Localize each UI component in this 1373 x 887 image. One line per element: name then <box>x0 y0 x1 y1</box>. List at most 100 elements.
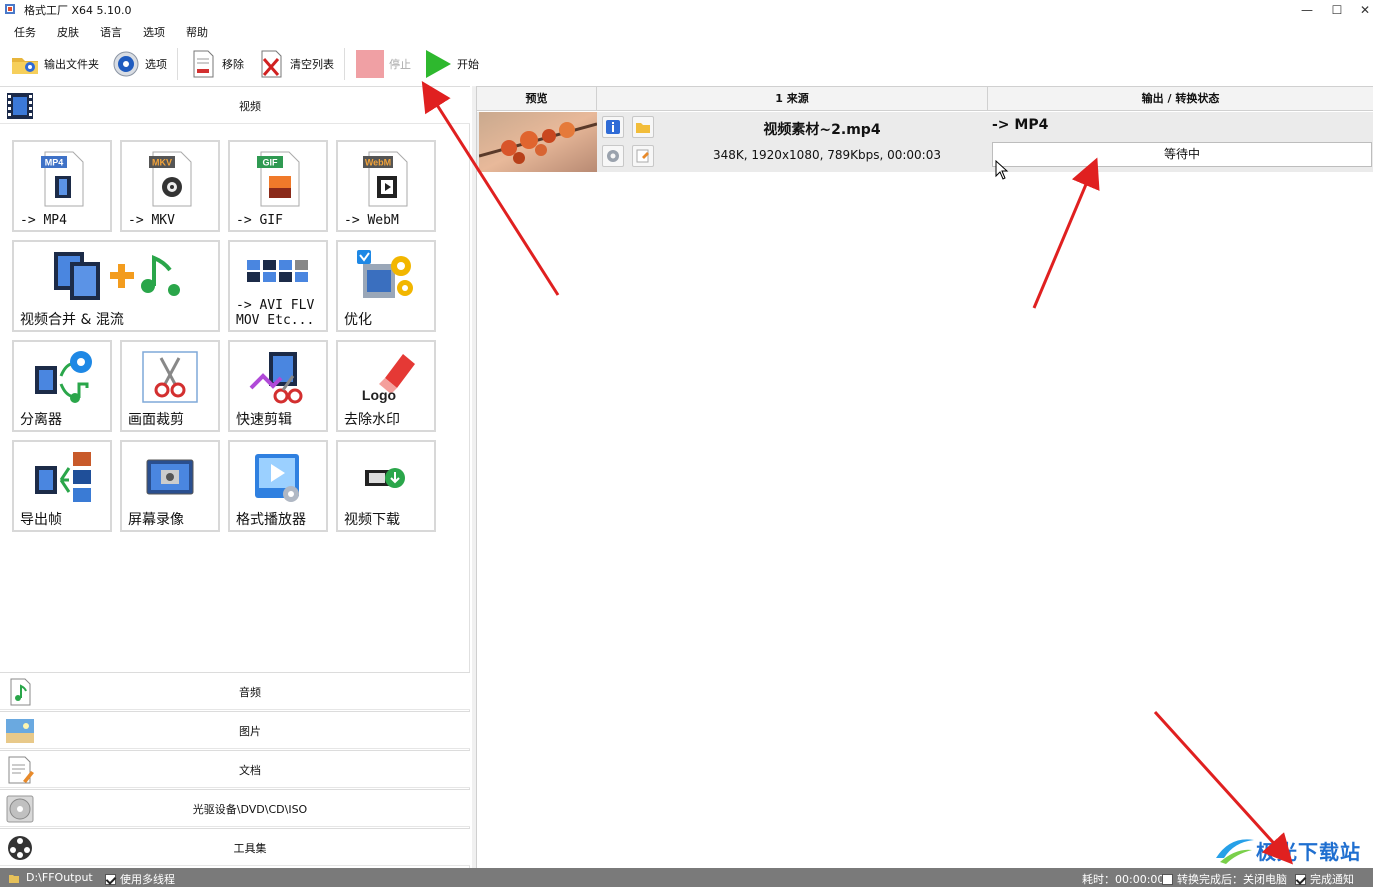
after-convert-option[interactable]: 转换完成后：关闭电脑 <box>1162 871 1287 887</box>
output-settings-button[interactable] <box>602 145 624 167</box>
tool-to-gif[interactable]: GIF -> GIF <box>228 140 328 232</box>
tool-to-mkv[interactable]: MKV -> MKV <box>120 140 220 232</box>
output-path[interactable]: D:\FFOutput <box>26 871 93 884</box>
webm-badge: WebM <box>365 158 391 168</box>
category-document[interactable]: 文档 <box>0 750 470 788</box>
tool-to-webm[interactable]: WebM -> WebM <box>336 140 436 232</box>
menu-language[interactable]: 语言 <box>86 22 129 42</box>
tool-export-frames[interactable]: 导出帧 <box>12 440 112 532</box>
optimize-gears-icon <box>357 250 413 298</box>
toolbar-separator <box>344 48 345 80</box>
elapsed-time: 耗时：00:00:00 <box>1082 873 1165 886</box>
tool-merge-mux[interactable]: 视频合并 & 混流 <box>12 240 220 332</box>
multithread-option[interactable]: 使用多线程 <box>105 871 175 887</box>
clear-list-icon <box>261 50 282 78</box>
tool-video-download[interactable]: 视频下载 <box>336 440 436 532</box>
menu-options[interactable]: 选项 <box>129 22 172 42</box>
stop-button[interactable]: 停止 <box>349 46 417 82</box>
output-folder-label: 输出文件夹 <box>44 58 99 71</box>
eraser-icon: Logo <box>362 354 415 403</box>
category-video[interactable]: 视频 <box>0 86 470 124</box>
tool-to-mp4[interactable]: MP4 -> MP4 <box>12 140 112 232</box>
options-button[interactable]: 选项 <box>105 46 173 82</box>
tool-quick-clip-label: 快速剪辑 <box>236 412 292 428</box>
site-watermark: 极光下载站 <box>1212 834 1372 868</box>
splitter-icon <box>35 351 92 403</box>
category-document-label: 文档 <box>239 764 261 777</box>
info-icon <box>606 120 620 134</box>
webm-file-icon: WebM <box>363 151 408 207</box>
window-title: 格式工厂 X64 5.10.0 <box>24 4 132 17</box>
gear-icon <box>113 51 139 77</box>
after-convert-checkbox[interactable] <box>1162 874 1173 885</box>
column-output-status[interactable]: 输出 / 转换状态 <box>988 87 1373 111</box>
watermark-text: 极光下载站 <box>1256 840 1361 864</box>
category-audio-label: 音频 <box>239 686 261 699</box>
notify-option[interactable]: 完成通知 <box>1295 871 1354 887</box>
tool-remove-watermark[interactable]: Logo 去除水印 <box>336 340 436 432</box>
menu-skin[interactable]: 皮肤 <box>43 22 86 42</box>
category-image-label: 图片 <box>239 725 261 738</box>
task-table-header: 预览 1 来源 输出 / 转换状态 <box>477 86 1373 111</box>
logo-text: Logo <box>362 387 396 403</box>
gif-badge: GIF <box>263 158 279 168</box>
toolbar-separator <box>177 48 178 80</box>
tool-optimize[interactable]: 优化 <box>336 240 436 332</box>
multithread-checkbox[interactable] <box>105 874 116 885</box>
format-factory-window: 格式工厂 X64 5.10.0 — ☐ ✕ 任务 皮肤 语言 选项 帮助 输出文… <box>0 0 1373 887</box>
tool-optimize-label: 优化 <box>344 312 372 328</box>
app-icon <box>5 4 15 14</box>
tool-other-formats-label: -> AVI FLV MOV Etc... <box>236 298 315 328</box>
tool-to-mkv-label: -> MKV <box>128 213 175 228</box>
start-button[interactable]: 开始 <box>417 46 485 82</box>
menu-bar: 任务 皮肤 语言 选项 帮助 <box>0 22 215 42</box>
clear-list-button[interactable]: 清空列表 <box>250 46 340 82</box>
tool-splitter[interactable]: 分离器 <box>12 340 112 432</box>
folder-icon <box>12 58 38 74</box>
play-icon <box>426 50 451 78</box>
category-disc[interactable]: 光驱设备\DVD\CD\ISO <box>0 789 470 827</box>
notify-label: 完成通知 <box>1310 873 1354 886</box>
tool-player-label: 格式播放器 <box>236 512 306 528</box>
table-row[interactable]: 视频素材~2.mp4 348K, 1920x1080, 789Kbps, 00:… <box>477 112 1373 180</box>
tool-video-download-label: 视频下载 <box>344 512 400 528</box>
tool-quick-clip[interactable]: 快速剪辑 <box>228 340 328 432</box>
open-folder-button[interactable] <box>632 116 654 138</box>
player-icon <box>255 454 299 502</box>
remove-button[interactable]: 移除 <box>182 46 250 82</box>
source-file-info: 348K, 1920x1080, 789Kbps, 00:00:03 <box>713 148 941 162</box>
tool-screen-record[interactable]: 屏幕录像 <box>120 440 220 532</box>
menu-help[interactable]: 帮助 <box>172 22 215 42</box>
tool-to-mp4-label: -> MP4 <box>20 213 67 228</box>
column-source[interactable]: 1 来源 <box>597 87 988 111</box>
category-tools[interactable]: 工具集 <box>0 828 470 866</box>
watermark-logo-icon <box>1216 839 1254 864</box>
menu-task[interactable]: 任务 <box>0 22 43 42</box>
maximize-button[interactable]: ☐ <box>1322 0 1352 20</box>
minimize-button[interactable]: — <box>1292 0 1322 20</box>
close-button[interactable]: ✕ <box>1350 0 1373 20</box>
edit-clip-button[interactable] <box>632 145 654 167</box>
notify-checkbox[interactable] <box>1295 874 1306 885</box>
category-tools-label: 工具集 <box>233 842 267 855</box>
category-video-label: 视频 <box>239 100 261 113</box>
remove-document-icon <box>193 50 214 78</box>
quick-clip-icon <box>249 352 303 404</box>
category-image[interactable]: 图片 <box>0 711 470 749</box>
source-filename: 视频素材~2.mp4 <box>763 122 881 138</box>
tool-other-formats[interactable]: -> AVI FLV MOV Etc... <box>228 240 328 332</box>
tool-crop[interactable]: 画面裁剪 <box>120 340 220 432</box>
toolbar: 输出文件夹 选项 移除 清空列表 停止 开始 <box>0 44 1373 84</box>
stop-icon <box>356 50 384 78</box>
column-preview[interactable]: 预览 <box>477 87 597 111</box>
tool-player[interactable]: 格式播放器 <box>228 440 328 532</box>
category-audio[interactable]: 音频 <box>0 672 470 710</box>
after-convert-label: 转换完成后：关闭电脑 <box>1177 873 1287 886</box>
mp4-badge: MP4 <box>45 158 64 168</box>
output-folder-button[interactable]: 输出文件夹 <box>4 46 105 82</box>
status-bar: D:\FFOutput 使用多线程 耗时：00:00:00 转换完成后：关闭电脑… <box>0 868 1373 887</box>
mouse-cursor-icon <box>995 160 1009 180</box>
file-info-button[interactable] <box>602 116 624 138</box>
video-download-icon <box>365 468 405 488</box>
gif-file-icon: GIF <box>257 151 300 207</box>
